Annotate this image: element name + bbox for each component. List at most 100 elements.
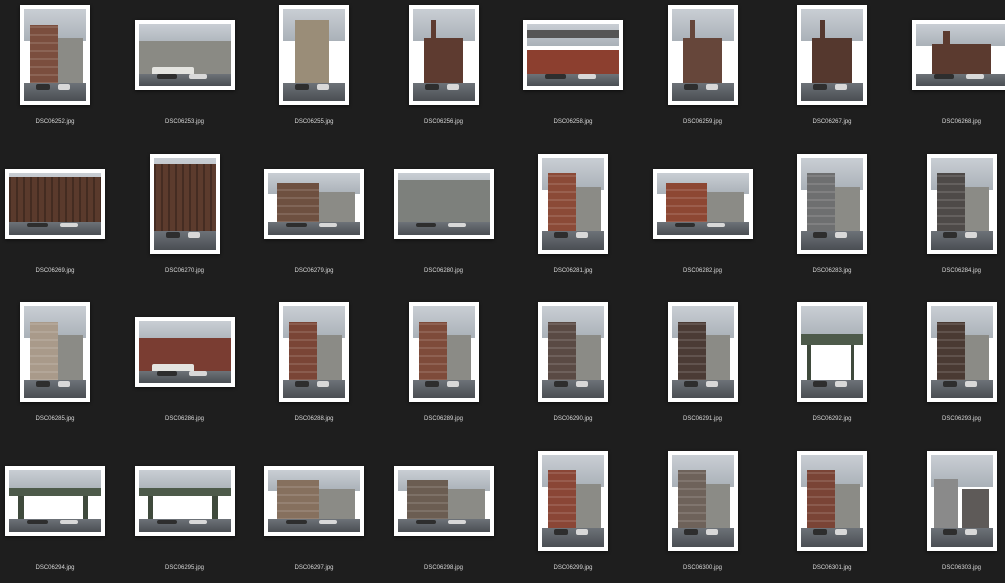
- thumbnail-frame[interactable]: [538, 302, 608, 402]
- thumbnail-area[interactable]: [259, 451, 369, 551]
- thumbnail-frame[interactable]: [797, 450, 867, 551]
- file-thumbnail[interactable]: DSC06285.jpg: [0, 302, 110, 432]
- thumbnail-area[interactable]: [389, 154, 499, 254]
- thumbnail-area[interactable]: [907, 5, 1005, 105]
- file-thumbnail[interactable]: DSC06288.jpg: [259, 302, 369, 432]
- thumbnail-area[interactable]: [518, 153, 628, 254]
- thumbnail-frame[interactable]: [926, 450, 997, 551]
- thumbnail-frame[interactable]: [134, 20, 235, 90]
- thumbnail-area[interactable]: [130, 302, 240, 402]
- thumbnail-area[interactable]: [777, 153, 887, 254]
- file-thumbnail[interactable]: DSC06253.jpg: [130, 5, 240, 135]
- thumbnail-frame[interactable]: [20, 5, 90, 105]
- thumbnail-area[interactable]: [259, 154, 369, 254]
- thumbnail-area[interactable]: [0, 154, 110, 254]
- file-thumbnail[interactable]: DSC06252.jpg: [0, 5, 110, 135]
- thumbnail-area[interactable]: [518, 302, 628, 402]
- file-thumbnail[interactable]: DSC06286.jpg: [130, 302, 240, 432]
- thumbnail-area[interactable]: [259, 302, 369, 402]
- thumbnail-area[interactable]: [907, 302, 1005, 402]
- thumbnail-area[interactable]: [648, 154, 758, 254]
- file-thumbnail[interactable]: DSC06297.jpg: [259, 451, 369, 581]
- file-thumbnail[interactable]: DSC06259.jpg: [648, 5, 758, 135]
- thumbnail-frame[interactable]: [926, 302, 997, 402]
- thumbnail-frame[interactable]: [279, 302, 349, 402]
- file-thumbnail[interactable]: DSC06270.jpg: [130, 153, 240, 284]
- thumbnail-area[interactable]: [518, 450, 628, 551]
- thumbnail-frame[interactable]: [264, 168, 364, 239]
- file-thumbnail[interactable]: DSC06268.jpg: [907, 5, 1005, 135]
- thumbnail-area[interactable]: [648, 450, 758, 551]
- thumbnail-frame[interactable]: [408, 302, 479, 402]
- thumbnail-area[interactable]: [389, 5, 499, 105]
- thumbnail-area[interactable]: [907, 153, 1005, 254]
- thumbnail-photo: [542, 306, 604, 398]
- file-thumbnail[interactable]: DSC06291.jpg: [648, 302, 758, 432]
- thumbnail-area[interactable]: [0, 451, 110, 551]
- file-thumbnail[interactable]: DSC06292.jpg: [777, 302, 887, 432]
- file-thumbnail[interactable]: DSC06303.jpg: [907, 450, 1005, 581]
- file-thumbnail[interactable]: DSC06283.jpg: [777, 153, 887, 284]
- thumbnail-frame[interactable]: [149, 153, 220, 254]
- thumbnail-frame[interactable]: [667, 302, 738, 402]
- thumbnail-area[interactable]: [130, 153, 240, 254]
- thumbnail-frame[interactable]: [538, 153, 608, 254]
- file-thumbnail[interactable]: DSC06290.jpg: [518, 302, 628, 432]
- thumbnail-area[interactable]: [130, 5, 240, 105]
- thumbnail-area[interactable]: [777, 5, 887, 105]
- thumbnail-area[interactable]: [389, 302, 499, 402]
- file-thumbnail[interactable]: DSC06298.jpg: [389, 451, 499, 581]
- thumbnail-frame[interactable]: [20, 302, 90, 402]
- thumbnail-frame[interactable]: [797, 153, 867, 254]
- thumbnail-area[interactable]: [389, 451, 499, 551]
- thumbnail-area[interactable]: [648, 302, 758, 402]
- file-thumbnail[interactable]: DSC06258.jpg: [518, 5, 628, 135]
- thumbnail-frame[interactable]: [393, 465, 494, 536]
- file-thumbnail[interactable]: DSC06299.jpg: [518, 450, 628, 581]
- thumbnail-area[interactable]: [777, 302, 887, 402]
- thumbnail-frame[interactable]: [911, 20, 1005, 90]
- file-thumbnail[interactable]: DSC06267.jpg: [777, 5, 887, 135]
- thumbnail-area[interactable]: [518, 5, 628, 105]
- thumbnail-frame[interactable]: [134, 465, 235, 536]
- thumbnail-frame[interactable]: [538, 450, 608, 551]
- thumbnail-area[interactable]: [777, 450, 887, 551]
- thumbnail-frame[interactable]: [667, 450, 738, 551]
- file-thumbnail[interactable]: DSC06280.jpg: [389, 154, 499, 284]
- thumbnail-frame[interactable]: [5, 168, 105, 239]
- thumbnail-frame[interactable]: [264, 465, 364, 536]
- file-thumbnail[interactable]: DSC06294.jpg: [0, 451, 110, 581]
- file-thumbnail[interactable]: DSC06284.jpg: [907, 153, 1005, 284]
- thumbnail-photo: [397, 469, 490, 532]
- thumbnail-frame[interactable]: [393, 168, 494, 239]
- thumbnail-area[interactable]: [259, 5, 369, 105]
- thumbnail-photo: [283, 9, 345, 101]
- thumbnail-frame[interactable]: [926, 153, 997, 254]
- file-thumbnail[interactable]: DSC06289.jpg: [389, 302, 499, 432]
- thumbnail-area[interactable]: [130, 451, 240, 551]
- thumbnail-frame[interactable]: [523, 20, 623, 90]
- thumbnail-frame[interactable]: [797, 302, 867, 402]
- thumbnail-frame[interactable]: [134, 317, 235, 387]
- thumbnail-area[interactable]: [0, 5, 110, 105]
- thumbnail-area[interactable]: [907, 450, 1005, 551]
- thumbnail-frame[interactable]: [652, 168, 753, 239]
- file-thumbnail[interactable]: DSC06269.jpg: [0, 154, 110, 284]
- file-thumbnail[interactable]: DSC06301.jpg: [777, 450, 887, 581]
- thumbnail-frame[interactable]: [5, 465, 105, 536]
- thumbnail-photo: [24, 9, 86, 101]
- thumbnail-frame[interactable]: [667, 5, 738, 105]
- file-thumbnail[interactable]: DSC06295.jpg: [130, 451, 240, 581]
- thumbnail-frame[interactable]: [408, 5, 479, 105]
- thumbnail-area[interactable]: [648, 5, 758, 105]
- file-thumbnail[interactable]: DSC06256.jpg: [389, 5, 499, 135]
- thumbnail-frame[interactable]: [279, 5, 349, 105]
- thumbnail-frame[interactable]: [797, 5, 867, 105]
- file-thumbnail[interactable]: DSC06279.jpg: [259, 154, 369, 284]
- file-thumbnail[interactable]: DSC06282.jpg: [648, 154, 758, 284]
- file-thumbnail[interactable]: DSC06281.jpg: [518, 153, 628, 284]
- file-thumbnail[interactable]: DSC06255.jpg: [259, 5, 369, 135]
- file-thumbnail[interactable]: DSC06293.jpg: [907, 302, 1005, 432]
- thumbnail-area[interactable]: [0, 302, 110, 402]
- file-thumbnail[interactable]: DSC06300.jpg: [648, 450, 758, 581]
